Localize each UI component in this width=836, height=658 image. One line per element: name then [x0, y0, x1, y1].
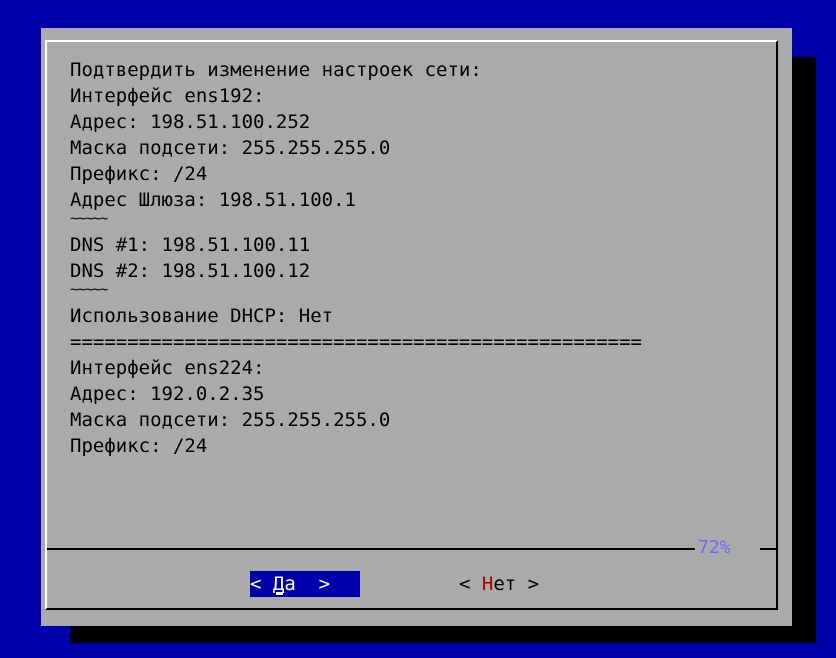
tilde-separator: ~~~~~	[70, 211, 108, 227]
text-line: Подтвердить изменение настроек сети:	[70, 59, 482, 81]
tilde-separator: ~~~~~	[70, 282, 108, 298]
text-line: Маска подсети: 255.255.255.0	[70, 137, 391, 159]
no-button-rest: ет	[493, 573, 517, 595]
yes-button[interactable]: < Да >	[250, 571, 360, 597]
text-line: Префикс: /24	[70, 435, 208, 457]
text-line: Адрес: 192.0.2.35	[70, 383, 265, 405]
no-button[interactable]: < Нет >	[459, 571, 539, 597]
divider-line	[47, 548, 695, 550]
dhcp-line: Использование DHCP: Нет	[70, 305, 334, 327]
yes-button-rest: а	[284, 573, 296, 595]
no-button-right: >	[516, 573, 540, 595]
text-line: DNS #2: 198.51.100.12	[70, 260, 311, 282]
confirm-dialog: Подтвердить изменение настроек сети: Инт…	[41, 28, 792, 626]
button-area-divider	[47, 548, 776, 550]
yes-button-left: <	[250, 573, 273, 595]
text-line: Интерфейс ens224:	[70, 357, 265, 379]
yes-button-right: >	[295, 573, 331, 595]
no-button-hotkey: Н	[481, 573, 494, 595]
text-line: DNS #1: 198.51.100.11	[70, 234, 311, 256]
cursor-marker	[276, 592, 283, 595]
equals-separator: ========================================…	[70, 331, 642, 353]
text-line: Интерфейс ens192:	[70, 85, 265, 107]
scroll-percent-indicator: 72%	[698, 537, 731, 558]
text-line: Маска подсети: 255.255.255.0	[70, 409, 391, 431]
text-line: Префикс: /24	[70, 163, 208, 185]
no-button-left: <	[459, 573, 482, 595]
dialog-text-area[interactable]: Подтвердить изменение настроек сети: Инт…	[70, 57, 770, 537]
text-line: Адрес Шлюза: 198.51.100.1	[70, 189, 356, 211]
text-line: Адрес: 198.51.100.252	[70, 111, 311, 133]
divider-line	[760, 548, 776, 550]
